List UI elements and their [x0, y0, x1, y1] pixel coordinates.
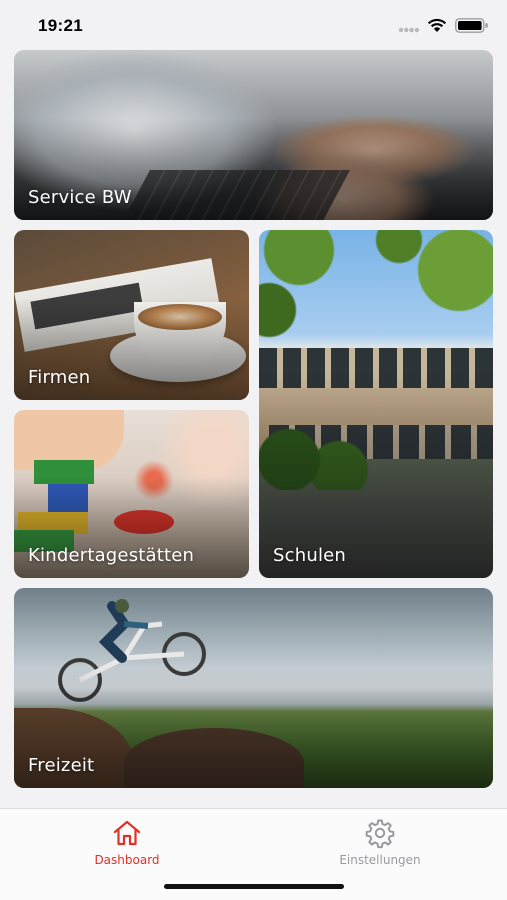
tile-service-bw-label: Service BW: [28, 187, 132, 208]
gear-icon: [365, 819, 395, 849]
battery-icon: [455, 18, 488, 33]
tab-settings-label: Einstellungen: [339, 853, 421, 867]
home-icon: [113, 820, 141, 846]
tile-kindertagestaetten-label: Kindertagestätten: [28, 545, 195, 566]
wifi-icon: [427, 18, 447, 32]
home-indicator: [164, 884, 344, 889]
tile-firmen-label: Firmen: [28, 367, 91, 388]
tile-schulen-label: Schulen: [273, 545, 347, 566]
tile-kindertagestaetten[interactable]: Kindertagestätten: [14, 410, 249, 578]
tab-dashboard[interactable]: Dashboard: [47, 817, 207, 877]
status-time: 19:21: [38, 16, 83, 35]
tile-freizeit[interactable]: Freizeit: [14, 588, 493, 788]
signal-icon: [398, 27, 420, 33]
tile-service-bw[interactable]: Service BW: [14, 50, 493, 220]
tab-settings[interactable]: Einstellungen: [300, 817, 460, 877]
status-bar: 19:21: [0, 0, 507, 48]
tile-schulen[interactable]: Schulen: [259, 230, 493, 578]
trees-graphic: [259, 230, 493, 350]
tile-firmen[interactable]: Firmen: [14, 230, 249, 400]
tab-dashboard-label: Dashboard: [94, 853, 160, 867]
tile-freizeit-label: Freizeit: [28, 755, 95, 776]
